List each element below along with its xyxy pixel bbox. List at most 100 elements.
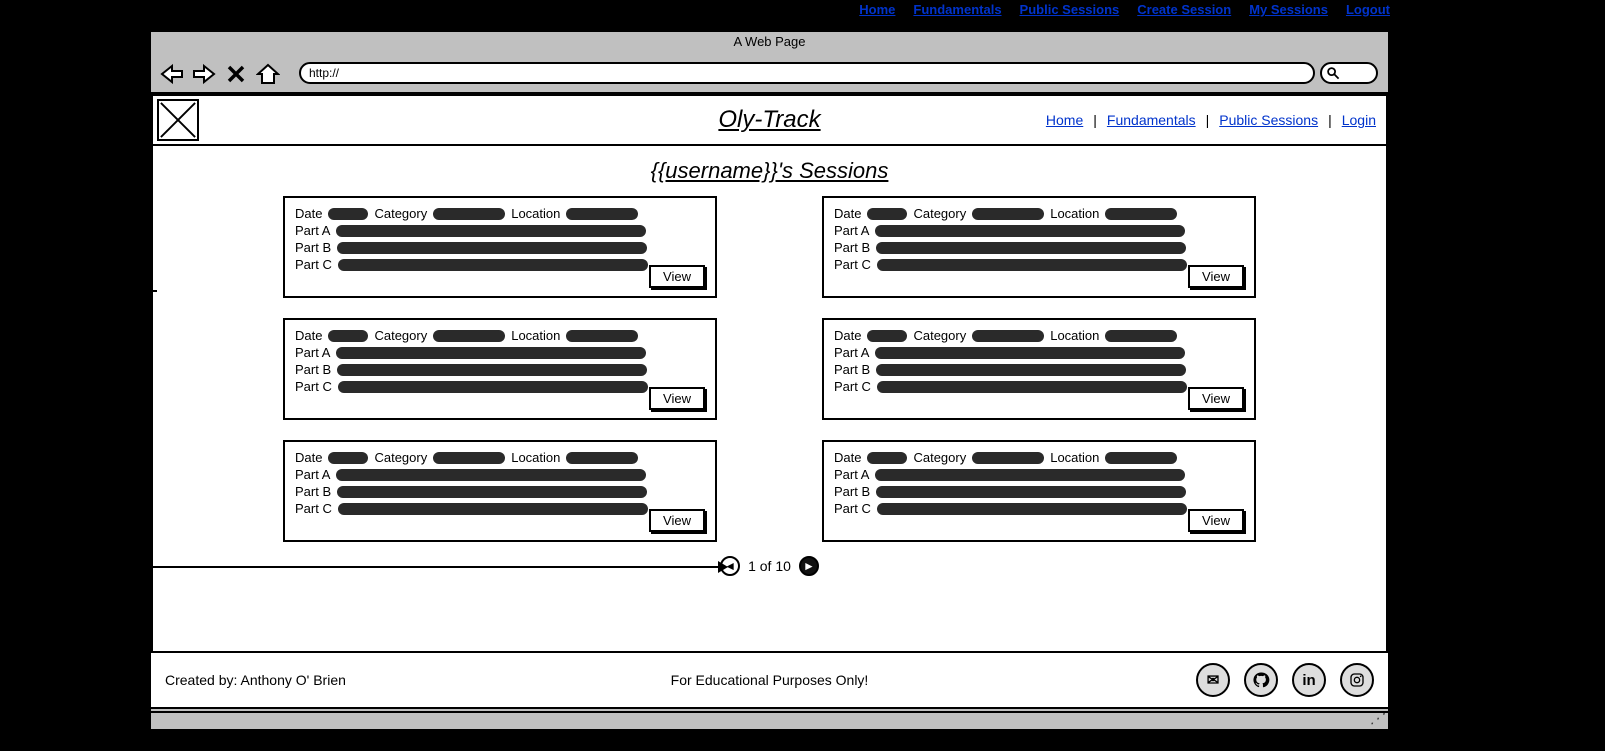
nav-logout[interactable]: Logout xyxy=(1346,2,1390,17)
nav-home[interactable]: Home xyxy=(859,2,895,17)
placeholder-text xyxy=(328,208,368,220)
session-cards-grid: Date Category Location Part A Part B Part … xyxy=(153,196,1386,542)
nav-my-sessions[interactable]: My Sessions xyxy=(1249,2,1328,17)
placeholder-text xyxy=(867,452,907,464)
label-part-b: Part B xyxy=(295,362,331,377)
placeholder-text xyxy=(1105,452,1177,464)
view-button[interactable]: View xyxy=(1188,387,1244,410)
label-part-c: Part C xyxy=(834,379,871,394)
search-pill[interactable] xyxy=(1320,62,1378,84)
pagination-next[interactable]: ► xyxy=(799,556,819,576)
resize-grip-icon[interactable]: ⋰ xyxy=(1370,710,1384,727)
label-category: Category xyxy=(374,450,427,465)
label-part-c: Part C xyxy=(295,257,332,272)
placeholder-text xyxy=(337,242,647,254)
placeholder-text xyxy=(1105,208,1177,220)
header-link-fundamentals[interactable]: Fundamentals xyxy=(1107,112,1196,128)
github-icon[interactable] xyxy=(1244,663,1278,697)
placeholder-text xyxy=(876,486,1186,498)
header-links: Home | Fundamentals | Public Sessions | … xyxy=(1046,112,1376,128)
label-date: Date xyxy=(834,450,861,465)
footer-social-icons: ✉ in xyxy=(1196,663,1374,697)
session-card: DateCategoryLocation Part A Part B Part … xyxy=(283,440,717,542)
placeholder-text xyxy=(875,225,1185,237)
placeholder-text xyxy=(875,347,1185,359)
forward-icon[interactable] xyxy=(191,62,217,86)
view-button[interactable]: View xyxy=(649,387,705,410)
logo-placeholder xyxy=(157,99,199,141)
label-part-b: Part B xyxy=(834,362,870,377)
placeholder-text xyxy=(867,208,907,220)
header-link-home[interactable]: Home xyxy=(1046,112,1083,128)
placeholder-text xyxy=(566,452,638,464)
placeholder-text xyxy=(972,208,1044,220)
page-title: {{username}}'s Sessions xyxy=(153,158,1386,184)
view-button[interactable]: View xyxy=(649,509,705,532)
page-content: Oly-Track Home | Fundamentals | Public S… xyxy=(151,94,1388,709)
header-link-public-sessions[interactable]: Public Sessions xyxy=(1219,112,1318,128)
view-button[interactable]: View xyxy=(649,265,705,288)
nav-public-sessions[interactable]: Public Sessions xyxy=(1020,2,1120,17)
separator: | xyxy=(1328,112,1332,128)
linkedin-icon[interactable]: in xyxy=(1292,663,1326,697)
separator: | xyxy=(1206,112,1210,128)
separator: | xyxy=(1093,112,1097,128)
session-card: DateCategoryLocation Part A Part B Part … xyxy=(822,440,1256,542)
label-part-a: Part A xyxy=(834,223,869,238)
placeholder-text xyxy=(1105,330,1177,342)
placeholder-text xyxy=(433,330,505,342)
placeholder-text xyxy=(337,364,647,376)
placeholder-text xyxy=(336,225,646,237)
placeholder-text xyxy=(877,503,1187,515)
browser-title: A Web Page xyxy=(151,32,1388,49)
label-location: Location xyxy=(511,328,560,343)
label-category: Category xyxy=(374,206,427,221)
placeholder-text xyxy=(328,452,368,464)
placeholder-text xyxy=(566,208,638,220)
session-card: DateCategoryLocation Part A Part B Part … xyxy=(822,318,1256,420)
annotation-arrow xyxy=(151,566,726,568)
window-bottom-strip: ⋰ xyxy=(151,711,1388,729)
label-location: Location xyxy=(1050,206,1099,221)
placeholder-text xyxy=(875,469,1185,481)
label-part-c: Part C xyxy=(295,379,332,394)
browser-chrome: A Web Page http:// xyxy=(151,32,1388,94)
nav-fundamentals[interactable]: Fundamentals xyxy=(913,2,1001,17)
footer-created-by: Created by: Anthony O' Brien xyxy=(165,672,346,688)
home-icon[interactable] xyxy=(255,62,281,86)
header-link-login[interactable]: Login xyxy=(1342,112,1376,128)
view-button[interactable]: View xyxy=(1188,509,1244,532)
back-icon[interactable] xyxy=(159,62,185,86)
stop-icon[interactable] xyxy=(223,62,249,86)
label-category: Category xyxy=(913,328,966,343)
label-part-b: Part B xyxy=(295,240,331,255)
placeholder-text xyxy=(877,259,1187,271)
search-icon xyxy=(1326,66,1340,80)
label-part-b: Part B xyxy=(295,484,331,499)
site-title[interactable]: Oly-Track xyxy=(718,106,820,134)
label-part-a: Part A xyxy=(834,345,869,360)
placeholder-text xyxy=(877,381,1187,393)
session-card: DateCategoryLocation Part A Part B Part … xyxy=(283,196,717,298)
label-category: Category xyxy=(913,450,966,465)
nav-create-session[interactable]: Create Session xyxy=(1137,2,1231,17)
placeholder-text xyxy=(566,330,638,342)
label-part-a: Part A xyxy=(295,467,330,482)
placeholder-text xyxy=(433,452,505,464)
url-bar[interactable]: http:// xyxy=(299,62,1315,84)
view-button[interactable]: View xyxy=(1188,265,1244,288)
label-date: Date xyxy=(295,206,322,221)
placeholder-text xyxy=(336,469,646,481)
session-card: DateCategoryLocation Part A Part B Part … xyxy=(822,196,1256,298)
email-icon[interactable]: ✉ xyxy=(1196,663,1230,697)
placeholder-text xyxy=(338,503,648,515)
label-date: Date xyxy=(834,328,861,343)
label-date: Date xyxy=(834,206,861,221)
pagination: ◄ 1 of 10 ► xyxy=(153,556,1386,576)
instagram-icon[interactable] xyxy=(1340,663,1374,697)
label-part-c: Part C xyxy=(834,501,871,516)
url-text: http:// xyxy=(309,66,339,80)
browser-controls xyxy=(159,62,281,86)
placeholder-text xyxy=(433,208,505,220)
placeholder-text xyxy=(336,347,646,359)
